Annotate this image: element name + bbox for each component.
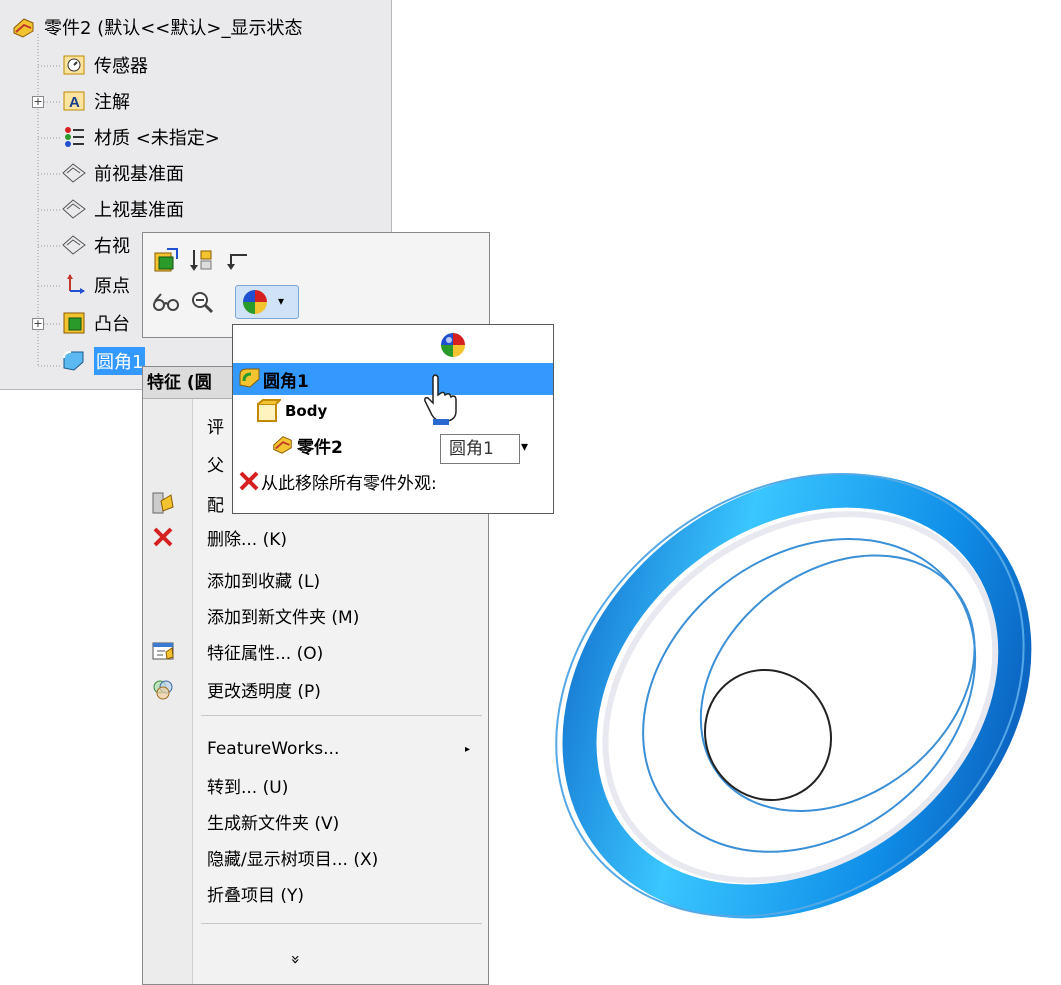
fillet-icon xyxy=(237,365,263,396)
plane-icon xyxy=(60,195,88,223)
menu-item-label: 折叠项目 (Y) xyxy=(207,885,305,906)
tree-item-label: 原点 xyxy=(94,276,130,297)
plane-icon xyxy=(60,159,88,187)
menu-item-label: 特征属性... (O) xyxy=(207,643,324,664)
menu-expand-more[interactable]: » xyxy=(143,941,488,977)
tree-item-material[interactable]: 材质 <未指定> xyxy=(60,120,220,154)
tree-item-fillet[interactable]: 圆角1 xyxy=(60,344,146,378)
menu-item-add-favorite[interactable]: 添加到收藏 (L) xyxy=(143,561,488,597)
appearance-item-remove-all[interactable]: 从此移除所有零件外观: xyxy=(233,465,553,497)
parent-child-icon[interactable] xyxy=(223,245,253,275)
menu-item-label: 评 xyxy=(207,417,224,438)
menu-item-label: 配 xyxy=(207,495,224,516)
dropdown-arrow-icon: ▾ xyxy=(521,439,529,455)
svg-text:A: A xyxy=(69,94,80,111)
menu-item-delete[interactable]: 删除... (K) xyxy=(143,519,488,555)
menu-item-label: 添加到收藏 (L) xyxy=(207,571,321,592)
fillet-icon xyxy=(60,347,88,375)
hole-edge xyxy=(703,668,833,802)
dropdown-arrow-icon: ▾ xyxy=(278,294,285,308)
menu-separator xyxy=(201,923,482,924)
tree-item-label: 圆角1 xyxy=(94,347,146,375)
menu-item-label: 转到... (U) xyxy=(207,777,289,798)
tree-item-origin[interactable]: 原点 xyxy=(60,268,130,302)
tree-item-label: 前视基准面 xyxy=(94,164,184,185)
tree-root-part[interactable]: 零件2 (默认<<默认>_显示状态 xyxy=(10,10,302,44)
appearance-sphere-icon xyxy=(439,331,467,363)
tree-item-label: 注解 xyxy=(94,92,130,113)
tree-item-right-plane[interactable]: 右视 xyxy=(60,228,130,262)
tree-item-label: 右视 xyxy=(94,236,130,257)
expand-more-icon: » xyxy=(286,954,306,964)
menu-item-label: 删除... (K) xyxy=(207,529,288,550)
appearance-item-body[interactable]: Body xyxy=(233,395,553,427)
model-viewport[interactable] xyxy=(540,440,1061,960)
appearance-icon xyxy=(242,289,268,319)
part-icon xyxy=(10,13,38,41)
appearance-item-label: 从此移除所有零件外观: xyxy=(261,473,437,494)
menu-separator xyxy=(201,715,482,716)
menu-item-label: 父 xyxy=(207,455,224,476)
material-icon xyxy=(60,123,88,151)
tree-item-top-plane[interactable]: 上视基准面 xyxy=(60,192,184,226)
boss-icon xyxy=(60,309,88,337)
transparency-icon xyxy=(149,675,177,703)
origin-icon xyxy=(60,271,88,299)
appearance-item-label: Body xyxy=(285,402,328,420)
configure-icon xyxy=(149,489,177,517)
menu-item-collapse-items[interactable]: 折叠项目 (Y) xyxy=(143,875,488,911)
menu-item-label: 更改透明度 (P) xyxy=(207,681,321,702)
menu-item-label: 隐藏/显示树项目... (X) xyxy=(207,849,379,870)
menu-item-label: FeatureWorks... xyxy=(207,739,340,759)
body-icon xyxy=(255,398,283,429)
tree-item-sensors[interactable]: 传感器 xyxy=(60,48,148,82)
zoom-to-selection-icon[interactable] xyxy=(187,287,217,317)
appearance-item-label: 圆角1 xyxy=(263,371,309,392)
tree-item-boss[interactable]: 凸台 xyxy=(60,306,130,340)
menu-item-change-transparency[interactable]: 更改透明度 (P) xyxy=(143,671,488,707)
tree-item-annotations[interactable]: A 注解 xyxy=(60,84,130,118)
plane-icon xyxy=(60,231,88,259)
menu-item-add-new-folder[interactable]: 添加到新文件夹 (M) xyxy=(143,597,488,633)
appearance-dropdown: 圆角1 Body 零件2 从此移除所有零件外观: ▾ xyxy=(232,324,554,514)
menu-item-label: 添加到新文件夹 (M) xyxy=(207,607,360,628)
expand-toggle-annotations[interactable]: + xyxy=(32,96,44,108)
delete-icon xyxy=(149,523,177,551)
part-icon xyxy=(271,432,295,461)
menu-item-goto[interactable]: 转到... (U) xyxy=(143,767,488,803)
rollback-icon[interactable] xyxy=(187,245,217,275)
appearance-button[interactable]: ▾ xyxy=(235,285,299,319)
context-toolbar: ▾ xyxy=(142,232,490,338)
tree-item-label: 传感器 xyxy=(94,56,148,77)
tree-item-label: 材质 <未指定> xyxy=(94,128,220,149)
menu-item-label: 生成新文件夹 (V) xyxy=(207,813,340,834)
appearance-item-fillet[interactable]: 圆角1 xyxy=(233,363,553,395)
tree-item-front-plane[interactable]: 前视基准面 xyxy=(60,156,184,190)
annotation-icon: A xyxy=(60,87,88,115)
submenu-arrow-icon: ▸ xyxy=(464,743,470,755)
tooltip: 圆角1 xyxy=(440,434,520,464)
menu-item-create-folder[interactable]: 生成新文件夹 (V) xyxy=(143,803,488,839)
hide-show-icon[interactable] xyxy=(151,287,181,317)
properties-icon xyxy=(149,637,177,665)
expand-toggle-boss[interactable]: + xyxy=(32,318,44,330)
appearance-item-label: 零件2 xyxy=(297,437,343,458)
menu-item-featureworks[interactable]: FeatureWorks... ▸ xyxy=(143,731,488,767)
tree-item-label: 上视基准面 xyxy=(94,200,184,221)
edit-feature-icon[interactable] xyxy=(151,245,181,275)
menu-item-feature-properties[interactable]: 特征属性... (O) xyxy=(143,633,488,669)
tree-item-label: 凸台 xyxy=(94,314,130,335)
delete-icon xyxy=(239,471,259,496)
sensor-icon xyxy=(60,51,88,79)
menu-item-hide-show-tree[interactable]: 隐藏/显示树项目... (X) xyxy=(143,839,488,875)
hand-cursor-icon xyxy=(421,373,461,429)
fillet-ring-model xyxy=(555,473,1032,919)
tree-root-label: 零件2 (默认<<默认>_显示状态 xyxy=(44,18,303,39)
